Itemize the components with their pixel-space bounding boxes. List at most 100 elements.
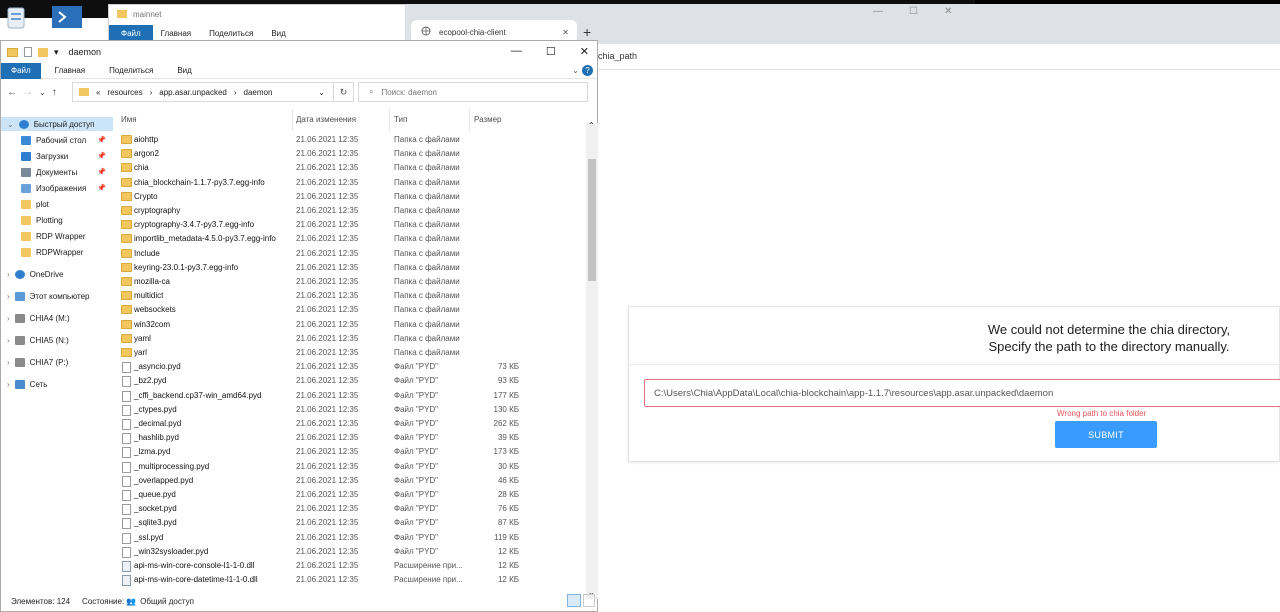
breadcrumb-overflow[interactable]: « [96,88,100,97]
recent-locations-icon[interactable]: ⌄ [39,88,46,97]
sidebar-item[interactable]: Рабочий стол 📌 [1,133,113,147]
scroll-up-icon[interactable]: ⌃ [588,121,595,130]
file-row[interactable]: mozilla-ca 21.06.2021 12:35 Папка с файлам… [113,275,585,289]
maximize-icon[interactable]: ☐ [909,6,918,17]
sidebar-item[interactable]: › CHIA5 (N:) [1,333,113,347]
expand-chevron-icon[interactable]: › [7,314,10,323]
expand-chevron-icon[interactable]: › [7,380,10,389]
ribbon-tab-view[interactable]: Вид [271,29,285,38]
ribbon-tab-share[interactable]: Поделиться [109,66,153,75]
minimize-icon[interactable]: — [511,45,522,58]
file-row[interactable]: _asyncio.pyd 21.06.2021 12:35 Файл "PYD" 73… [113,360,585,374]
file-row[interactable]: _queue.pyd 21.06.2021 12:35 Файл "PYD" 28 К… [113,488,585,502]
sidebar-item[interactable]: Загрузки 📌 [1,149,113,163]
ribbon-tab-file[interactable]: Файл [109,24,153,42]
powershell-icon[interactable] [50,2,82,32]
file-row[interactable]: aiohttp 21.06.2021 12:35 Папка с файлами [113,133,585,147]
column-divider[interactable] [469,109,470,131]
up-arrow-icon[interactable]: ↑ [52,87,57,98]
ribbon-tab-home[interactable]: Главная [161,29,191,38]
file-row[interactable]: keyring-23.0.1-py3.7.egg-info 21.06.2021 … [113,261,585,275]
file-row[interactable]: cryptography-3.4.7-py3.7.egg-info 21.06.2… [113,218,585,232]
details-view-icon[interactable] [567,594,581,607]
file-row[interactable]: _overlapped.pyd 21.06.2021 12:35 Файл "PYD… [113,474,585,488]
file-row[interactable]: chia_blockchain-1.1.7-py3.7.egg-info 21.0… [113,176,585,190]
new-folder-icon[interactable] [38,47,48,57]
file-row[interactable]: api-ms-win-core-console-l1-1-0.dll 21.06.… [113,559,585,573]
forward-arrow-icon[interactable]: → [23,87,33,98]
expand-chevron-icon[interactable]: › [7,270,10,279]
column-header-type[interactable]: Тип [394,115,407,124]
file-row[interactable]: _multiprocessing.pyd 21.06.2021 12:35 Файл… [113,460,585,474]
sidebar-item[interactable]: plot [1,197,113,211]
file-row[interactable]: cryptography 21.06.2021 12:35 Папка с файл… [113,204,585,218]
column-header-size[interactable]: Размер [474,115,502,124]
help-icon[interactable]: ? [582,65,593,76]
scrollbar-thumb[interactable] [588,159,596,281]
close-icon[interactable]: ✕ [944,6,952,17]
address-bar[interactable]: « resources › app.asar.unpacked › daemon… [72,82,354,102]
column-divider[interactable] [389,109,390,131]
file-row[interactable]: _hashlib.pyd 21.06.2021 12:35 Файл "PYD" 39… [113,431,585,445]
sidebar-item[interactable]: Изображения 📌 [1,181,113,195]
chia-path-input[interactable] [644,379,1280,407]
column-divider[interactable] [292,109,293,131]
large-icons-view-icon[interactable] [583,594,595,607]
file-row[interactable]: yarl 21.06.2021 12:35 Папка с файлами [113,346,585,360]
expand-chevron-icon[interactable]: ⌄ [7,120,14,129]
file-row[interactable]: _socket.pyd 21.06.2021 12:35 Файл "PYD" 76 … [113,502,585,516]
ribbon-expand-icon[interactable]: ⌄ [572,66,579,75]
ribbon-tab-share[interactable]: Поделиться [209,29,253,38]
url-path-fragment[interactable]: chia_path [598,51,637,61]
recycle-bin-icon[interactable] [2,2,32,32]
close-icon[interactable]: ✕ [580,45,589,58]
ribbon-tab-file[interactable]: Файл [1,62,41,79]
quick-access-dropdown-icon[interactable]: ▾ [54,47,59,58]
file-row[interactable]: api-ms-win-core-datetime-l1-1-0.dll 21.06… [113,573,585,587]
file-row[interactable]: multidict 21.06.2021 12:35 Папка с файлами [113,289,585,303]
sidebar-item[interactable]: › CHIA7 (P:) [1,355,113,369]
address-dropdown-icon[interactable]: ⌄ [318,88,325,97]
sidebar-item[interactable]: ⌄ Быстрый доступ [1,117,113,131]
file-row[interactable]: _decimal.pyd 21.06.2021 12:35 Файл "PYD" 26… [113,417,585,431]
file-row[interactable]: websockets 21.06.2021 12:35 Папка с файлам… [113,303,585,317]
file-row[interactable]: importlib_metadata-4.5.0-py3.7.egg-info 2… [113,232,585,246]
column-header-name[interactable]: Имя [121,115,137,124]
ribbon-tab-view[interactable]: Вид [177,66,191,75]
sidebar-item[interactable]: › Этот компьютер [1,289,113,303]
properties-icon[interactable] [24,47,32,57]
file-row[interactable]: _win32sysloader.pyd 21.06.2021 12:35 Файл … [113,545,585,559]
sidebar-item[interactable]: RDP Wrapper [1,229,113,243]
explorer-window-daemon[interactable]: ▾ daemon — ☐ ✕ Файл Главная Поделиться В… [0,40,598,612]
file-row[interactable]: win32com 21.06.2021 12:35 Папка с файлами [113,318,585,332]
new-tab-button[interactable]: + [583,24,591,40]
sidebar-item[interactable]: › OneDrive [1,267,113,281]
file-row[interactable]: _ssl.pyd 21.06.2021 12:35 Файл "PYD" 119 КБ [113,531,585,545]
breadcrumb-daemon[interactable]: daemon [244,88,273,97]
expand-chevron-icon[interactable]: › [7,358,10,367]
file-row[interactable]: yaml 21.06.2021 12:35 Папка с файлами [113,332,585,346]
file-row[interactable]: _ctypes.pyd 21.06.2021 12:35 Файл "PYD" 130… [113,403,585,417]
minimize-icon[interactable]: — [873,6,883,17]
sidebar-item[interactable]: Документы 📌 [1,165,113,179]
vertical-scrollbar[interactable]: ⌃ ⌄ [586,121,598,599]
file-row[interactable]: chia 21.06.2021 12:35 Папка с файлами [113,161,585,175]
refresh-icon[interactable]: ↻ [333,82,353,102]
close-tab-icon[interactable]: ✕ [562,28,569,37]
submit-button[interactable]: SUBMIT [1055,421,1157,448]
file-row[interactable]: Crypto 21.06.2021 12:35 Папка с файлами [113,190,585,204]
file-row[interactable]: Include 21.06.2021 12:35 Папка с файлами [113,247,585,261]
column-header-date[interactable]: Дата изменения [296,115,356,124]
file-row[interactable]: _cffi_backend.cp37-win_amd64.pyd 21.06.20… [113,389,585,403]
file-row[interactable]: _sqlite3.pyd 21.06.2021 12:35 Файл "PYD" 87… [113,516,585,530]
expand-chevron-icon[interactable]: › [7,292,10,301]
expand-chevron-icon[interactable]: › [7,336,10,345]
sidebar-item[interactable]: RDPWrapper [1,245,113,259]
ribbon-tab-home[interactable]: Главная [55,66,85,75]
file-row[interactable]: _bz2.pyd 21.06.2021 12:35 Файл "PYD" 93 КБ [113,374,585,388]
breadcrumb-resources[interactable]: resources [107,88,142,97]
file-row[interactable]: argon2 21.06.2021 12:35 Папка с файлами [113,147,585,161]
sidebar-item[interactable]: Plotting [1,213,113,227]
file-row[interactable]: _lzma.pyd 21.06.2021 12:35 Файл "PYD" 173 К… [113,445,585,459]
sidebar-item[interactable]: › Сеть [1,377,113,391]
